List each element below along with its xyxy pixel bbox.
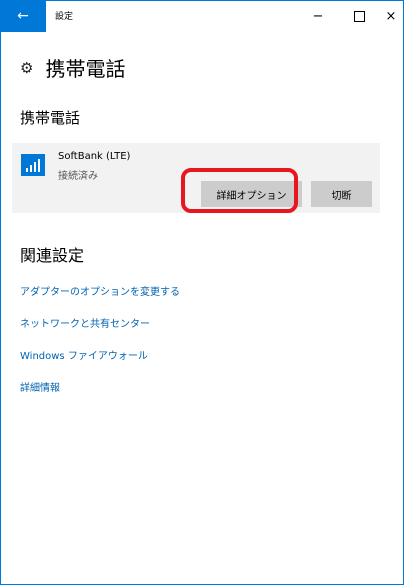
title-bar: ← 設定 − × (0, 0, 404, 32)
network-name: SoftBank (LTE) (58, 151, 131, 162)
link-adapter-options[interactable]: アダプターのオプションを変更する (20, 283, 180, 298)
close-icon: × (385, 8, 397, 24)
connection-status: 接続済み (58, 171, 98, 182)
minimize-button[interactable]: − (298, 0, 338, 32)
maximize-icon (353, 10, 365, 22)
link-windows-firewall[interactable]: Windows ファイアウォール (20, 347, 148, 362)
cellular-section-title: 携帯電話 (20, 109, 81, 127)
disconnect-button[interactable]: 切断 (311, 181, 372, 207)
highlight-annotation (181, 168, 298, 213)
gear-icon: ⚙ (20, 58, 34, 77)
link-more-info[interactable]: 詳細情報 (20, 379, 60, 394)
signal-strength-icon (21, 154, 45, 176)
page-title: 携帯電話 (45, 57, 126, 81)
back-arrow-icon: ← (17, 8, 29, 24)
window-title: 設定 (55, 12, 74, 22)
related-settings-title: 関連設定 (20, 246, 85, 265)
page-header: ⚙ 携帯電話 (20, 53, 125, 82)
back-button[interactable]: ← (0, 0, 46, 32)
close-button[interactable]: × (371, 0, 404, 32)
minimize-icon: − (312, 8, 324, 24)
link-network-sharing-center[interactable]: ネットワークと共有センター (20, 315, 150, 330)
